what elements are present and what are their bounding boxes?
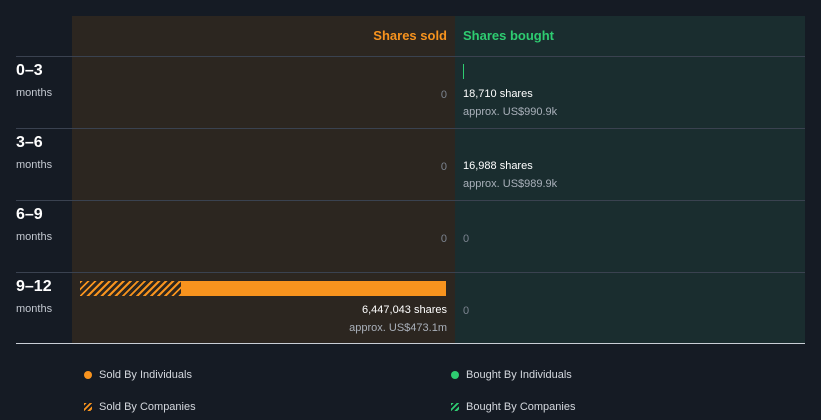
legend-label: Sold By Individuals (99, 369, 192, 381)
green-dot-icon (451, 371, 459, 379)
period-unit-label: months (16, 303, 53, 315)
sold-value-label: 0 (440, 89, 447, 101)
bought-column-header: Shares bought (463, 28, 555, 43)
bought-bar (463, 64, 464, 79)
sold-value-label: 0 (440, 233, 447, 245)
row-divider (16, 128, 805, 129)
axis-baseline (16, 343, 805, 344)
bought-approx-label: approx. US$989.9k (463, 178, 558, 190)
legend-bought-by-individuals: Bought By Individuals (451, 369, 572, 381)
legend-label: Sold By Companies (99, 401, 196, 413)
row-divider (16, 56, 805, 57)
sold-shares-label: 6,447,043 shares (361, 304, 447, 316)
sold-by-individuals-bar (181, 281, 446, 296)
period-label: 9–12 (16, 278, 52, 295)
sold-approx-label: approx. US$473.1m (349, 322, 447, 334)
period-label: 0–3 (16, 62, 43, 79)
period-unit-label: months (16, 159, 53, 171)
row-divider (16, 200, 805, 201)
legend-label: Bought By Individuals (466, 369, 572, 381)
sold-column-header: Shares sold (373, 28, 447, 43)
sold-by-companies-bar (80, 281, 181, 296)
legend-bought-by-companies: Bought By Companies (451, 401, 575, 413)
bought-shares-label: 18,710 shares (463, 88, 533, 100)
legend-sold-by-companies: Sold By Companies (84, 401, 196, 413)
bought-shares-label: 16,988 shares (463, 160, 533, 172)
bought-approx-label: approx. US$990.9k (463, 106, 558, 118)
period-unit-label: months (16, 87, 53, 99)
legend-label: Bought By Companies (466, 401, 576, 413)
period-unit-label: months (16, 231, 53, 243)
orange-hatch-icon (84, 403, 92, 411)
bought-value-label: 0 (463, 305, 470, 317)
bought-value-label: 0 (463, 233, 470, 245)
orange-dot-icon (84, 371, 92, 379)
green-hatch-icon (451, 403, 459, 411)
period-label: 6–9 (16, 206, 43, 223)
legend-sold-by-individuals: Sold By Individuals (84, 369, 192, 381)
row-divider (16, 272, 805, 273)
period-label: 3–6 (16, 134, 43, 151)
sold-value-label: 0 (440, 161, 447, 173)
